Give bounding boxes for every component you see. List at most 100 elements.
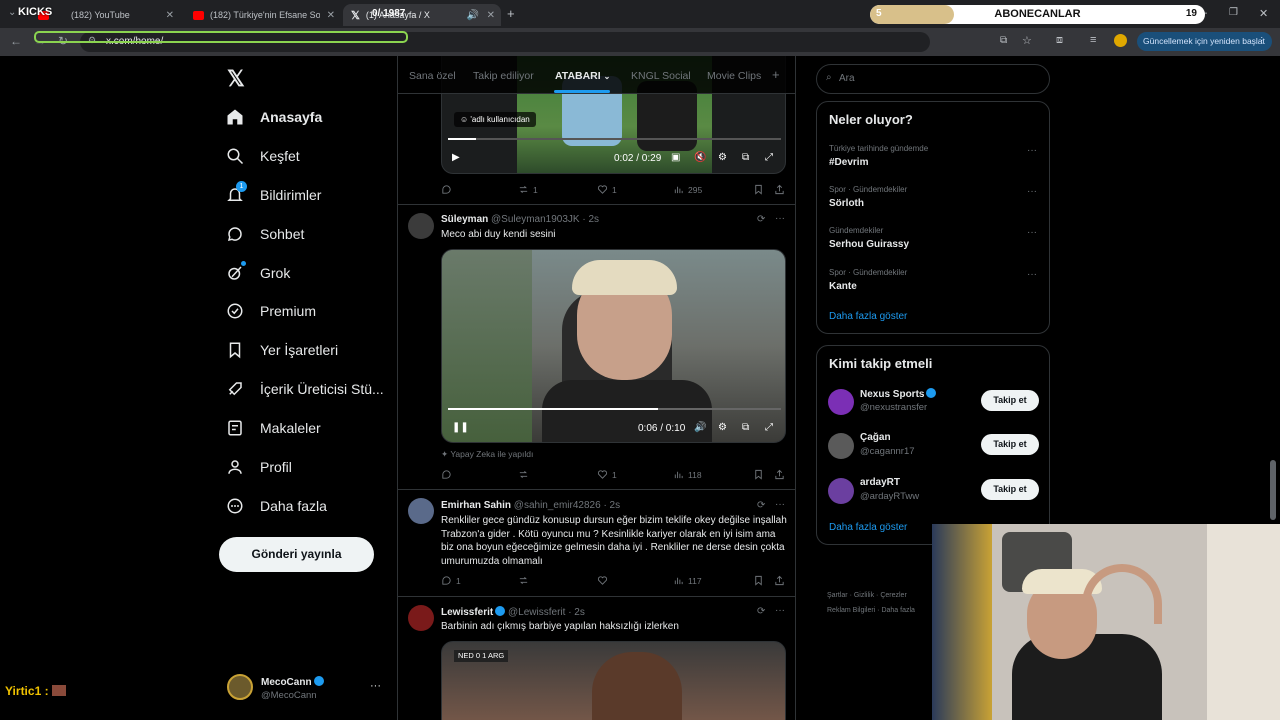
share-button[interactable] bbox=[774, 469, 785, 480]
add-tab-button[interactable]: + bbox=[772, 67, 780, 82]
post-button[interactable]: Gönderi yayınla bbox=[219, 537, 374, 572]
like-button[interactable] bbox=[597, 575, 608, 586]
scrollbar[interactable] bbox=[1270, 460, 1276, 520]
video-player[interactable]: NED 0 1 ARG bbox=[441, 641, 786, 720]
footer-link[interactable]: Çerezler bbox=[880, 592, 906, 599]
restore-icon[interactable]: ❐ bbox=[1229, 7, 1238, 18]
fullscreen-icon[interactable]: ⤢ bbox=[765, 422, 773, 433]
volume-icon[interactable]: 🔊 bbox=[694, 422, 706, 433]
reply-button[interactable] bbox=[441, 469, 452, 480]
more-options-icon[interactable]: ··· bbox=[775, 213, 785, 224]
close-icon[interactable]: ✕ bbox=[487, 10, 495, 21]
tab-kngl-social[interactable]: KNGL Social bbox=[631, 70, 691, 82]
follow-suggestion[interactable]: ardayRT @ardayRTww Takip et bbox=[817, 473, 1049, 513]
settings-icon[interactable]: ⚙ bbox=[718, 152, 727, 163]
new-tab-button[interactable]: + bbox=[507, 6, 515, 21]
close-icon[interactable]: ✕ bbox=[327, 10, 335, 21]
trend-item[interactable]: Gündemdekiler Serhou Guirassy ··· bbox=[817, 222, 1049, 260]
star-icon[interactable]: ☆ bbox=[1022, 34, 1032, 47]
update-restart-button[interactable]: Güncellemek için yeniden başlat ⋮ bbox=[1137, 32, 1272, 51]
footer-link[interactable]: Şartlar bbox=[827, 592, 848, 599]
profile-avatar-icon[interactable] bbox=[1114, 34, 1127, 47]
pip-icon[interactable]: ⧉ bbox=[742, 422, 749, 433]
more-options-icon[interactable]: ··· bbox=[1027, 269, 1037, 280]
nav-bookmarks[interactable]: Yer İşaretleri bbox=[226, 341, 338, 359]
reply-button[interactable] bbox=[441, 184, 452, 195]
trend-item[interactable]: Spor · Gündemdekiler Kante ··· bbox=[817, 264, 1049, 302]
menu-dots-icon[interactable]: ⋮ bbox=[1258, 35, 1267, 46]
timeline[interactable]: Sana özel Takip ediliyor ATABARI ⌄ KNGL … bbox=[397, 56, 796, 720]
reply-button[interactable]: 1 bbox=[441, 575, 461, 586]
follow-suggestion[interactable]: Nexus Sports @nexustransfer Takip et bbox=[817, 384, 1049, 424]
avatar[interactable] bbox=[408, 213, 434, 239]
more-options-icon[interactable]: ··· bbox=[1027, 227, 1037, 238]
tab-for-you[interactable]: Sana özel bbox=[409, 70, 456, 82]
more-options-icon[interactable]: ··· bbox=[775, 605, 785, 616]
tab-youtube[interactable]: (182) YouTube ✕ bbox=[30, 4, 180, 26]
speaker-icon[interactable]: 🔊 bbox=[467, 10, 479, 21]
search-input[interactable]: ⌕ Ara bbox=[816, 64, 1050, 94]
show-more-trends-link[interactable]: Daha fazla göster bbox=[829, 311, 907, 322]
video-progress-track[interactable] bbox=[448, 408, 781, 410]
follow-button[interactable]: Takip et bbox=[981, 434, 1039, 455]
media-icon[interactable]: ≡ bbox=[1090, 34, 1096, 46]
bookmark-button[interactable] bbox=[753, 184, 764, 195]
x-logo[interactable]: 𝕏 bbox=[227, 66, 245, 92]
account-menu-icon[interactable]: ··· bbox=[370, 680, 381, 692]
back-icon[interactable]: ← bbox=[10, 34, 22, 48]
nav-premium[interactable]: Premium bbox=[226, 302, 316, 320]
tab-search-icon[interactable]: ⌄ bbox=[8, 7, 16, 18]
nav-home[interactable]: Anasayfa bbox=[226, 108, 322, 126]
nav-creator-studio[interactable]: İçerik Üreticisi Stü... bbox=[226, 380, 384, 398]
post-author[interactable]: Emirhan Sahin @sahin_emir42826 · 2s bbox=[441, 500, 620, 511]
views-button[interactable]: 295 bbox=[673, 184, 702, 195]
extensions-icon[interactable]: ⧈ bbox=[1056, 34, 1063, 47]
play-icon[interactable]: ▶ bbox=[452, 152, 460, 163]
share-button[interactable] bbox=[774, 575, 785, 586]
more-options-icon[interactable]: ··· bbox=[1027, 145, 1037, 156]
settings-icon[interactable]: ⚙ bbox=[718, 422, 727, 433]
like-button[interactable]: 1 bbox=[597, 184, 617, 195]
post-author[interactable]: Süleyman @Suleyman1903JK · 2s bbox=[441, 214, 599, 225]
pause-icon[interactable]: ❚❚ bbox=[452, 422, 469, 433]
nav-more[interactable]: Daha fazla bbox=[226, 497, 327, 515]
close-window-icon[interactable]: ✕ bbox=[1259, 7, 1268, 20]
mute-icon[interactable]: 🔇 bbox=[694, 152, 706, 163]
footer-link[interactable]: Daha fazla bbox=[881, 607, 914, 614]
nav-explore[interactable]: Keşfet bbox=[226, 147, 300, 165]
follow-button[interactable]: Takip et bbox=[981, 390, 1039, 411]
pip-icon[interactable]: ⧉ bbox=[742, 152, 749, 163]
tab-following[interactable]: Takip ediliyor bbox=[473, 70, 534, 82]
tab-youtube-video[interactable]: (182) Türkiye'nin Efsane Sokak L ✕ bbox=[185, 4, 341, 26]
video-progress-track[interactable] bbox=[448, 138, 781, 140]
trend-item[interactable]: Türkiye tarihinde gündemde #Devrim ··· bbox=[817, 140, 1049, 178]
trend-item[interactable]: Spor · Gündemdekiler Sörloth ··· bbox=[817, 181, 1049, 219]
grok-icon[interactable]: ⟳ bbox=[757, 500, 765, 511]
account-switcher[interactable]: MecoCann @MecoCann ··· bbox=[219, 668, 389, 708]
views-button[interactable]: 118 bbox=[673, 469, 702, 480]
nav-articles[interactable]: Makaleler bbox=[226, 419, 321, 437]
follow-button[interactable]: Takip et bbox=[981, 479, 1039, 500]
avatar[interactable] bbox=[408, 498, 434, 524]
tab-x-home[interactable]: 𝕏 (1) Anasayfa / X 🔊 ✕ bbox=[343, 4, 501, 26]
post-author[interactable]: Lewissferit @Lewissferit · 2s bbox=[441, 606, 585, 618]
bookmark-button[interactable] bbox=[753, 469, 764, 480]
repost-button[interactable] bbox=[518, 469, 529, 480]
views-button[interactable]: 117 bbox=[673, 575, 702, 586]
like-button[interactable]: 1 bbox=[597, 469, 617, 480]
more-options-icon[interactable]: ··· bbox=[775, 499, 785, 510]
show-more-follow-link[interactable]: Daha fazla göster bbox=[829, 522, 907, 533]
tab-atabari[interactable]: ATABARI ⌄ bbox=[555, 70, 610, 82]
video-player[interactable]: ❚❚ 0:06 / 0:10 🔊 ⚙ ⧉ ⤢ bbox=[441, 249, 786, 443]
nav-notifications[interactable]: Bildirimler 1 bbox=[226, 181, 321, 204]
cast-icon[interactable]: ⧉ bbox=[1000, 35, 1007, 46]
fullscreen-icon[interactable]: ⤢ bbox=[765, 152, 773, 163]
footer-link[interactable]: Gizlilik bbox=[854, 592, 874, 599]
share-button[interactable] bbox=[774, 184, 785, 195]
bookmark-button[interactable] bbox=[753, 575, 764, 586]
close-icon[interactable]: ✕ bbox=[166, 10, 174, 21]
follow-suggestion[interactable]: Çağan @cagannr17 Takip et bbox=[817, 428, 1049, 468]
more-options-icon[interactable]: ··· bbox=[1027, 186, 1037, 197]
footer-link[interactable]: Reklam Bilgileri bbox=[827, 607, 875, 614]
avatar[interactable] bbox=[408, 605, 434, 631]
